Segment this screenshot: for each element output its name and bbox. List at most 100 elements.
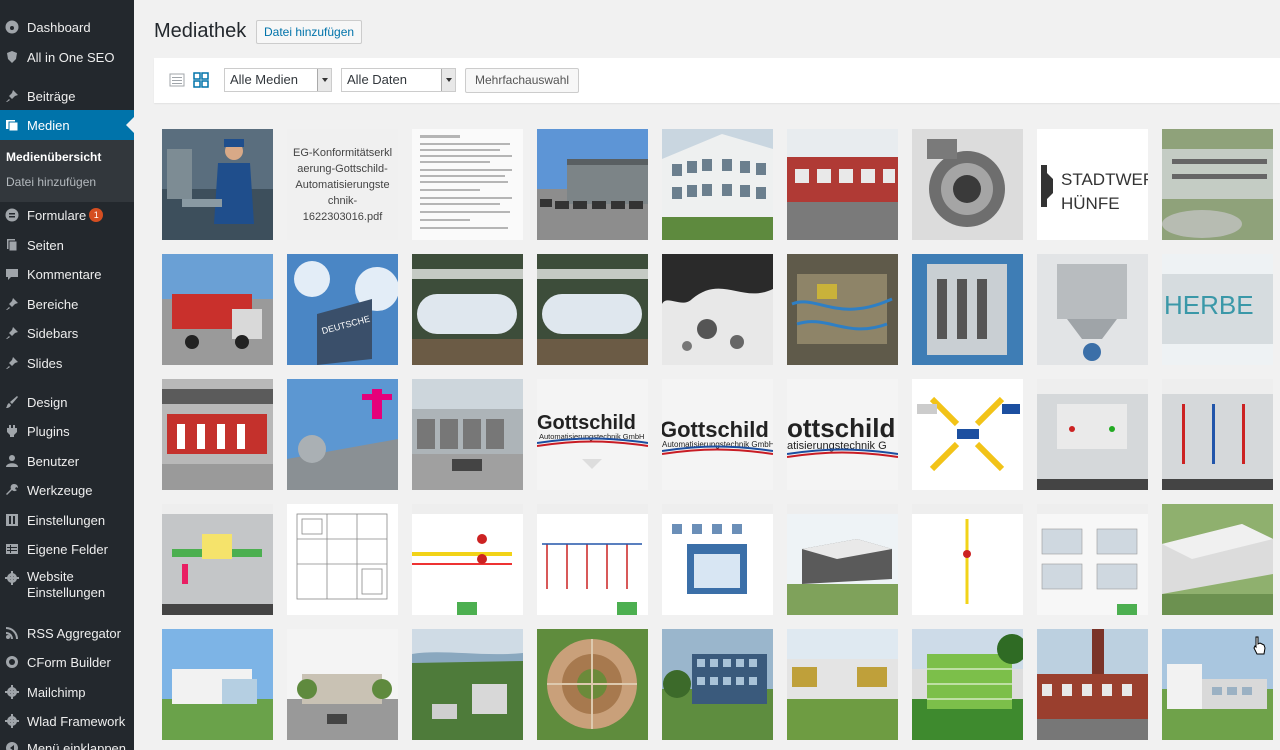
sidebar-item-design[interactable]: Design [0, 387, 134, 417]
logo-text: Gottschild [537, 412, 636, 434]
media-thumbnail[interactable] [1037, 504, 1148, 615]
add-file-button[interactable]: Datei hinzufügen [256, 20, 363, 44]
logo-text: STADTWER [1061, 170, 1148, 189]
media-thumbnail[interactable] [1162, 129, 1273, 240]
sidebar-item-users[interactable]: Benutzer [0, 446, 134, 476]
sidebar-item-label: RSS Aggregator [27, 625, 121, 641]
media-thumbnail[interactable] [912, 129, 1023, 240]
hand-cursor-icon [1253, 636, 1266, 655]
media-thumbnail[interactable] [787, 129, 898, 240]
logo-text: Gottschild [662, 417, 769, 442]
sidebar-item-label: Benutzer [27, 453, 80, 469]
list-view-icon[interactable] [169, 72, 185, 88]
media-thumbnail[interactable] [537, 629, 648, 740]
grid-view-icon[interactable] [193, 72, 209, 88]
pin-icon [5, 356, 19, 370]
media-thumbnail[interactable] [912, 254, 1023, 365]
stadtwerke-logo-thumbnail[interactable]: STADTWER HÜNFE [1037, 129, 1148, 240]
sidebar-item-rss[interactable]: RSS Aggregator [0, 618, 134, 648]
sidebar-item-settings[interactable]: Einstellungen [0, 505, 134, 535]
media-thumbnail[interactable] [787, 254, 898, 365]
media-thumbnail[interactable] [412, 629, 523, 740]
sidebar-item-pages[interactable]: Seiten [0, 230, 134, 260]
media-thumbnail[interactable] [662, 629, 773, 740]
media-thumbnail[interactable] [162, 254, 273, 365]
collapse-icon [5, 741, 19, 750]
dashboard-icon [5, 20, 19, 34]
media-thumbnail[interactable] [537, 504, 648, 615]
sidebar-item-mailchimp[interactable]: Mailchimp [0, 677, 134, 707]
sidebar-item-comments[interactable]: Kommentare [0, 259, 134, 289]
media-thumbnail[interactable] [412, 129, 523, 240]
submenu-item-add-file[interactable]: Datei hinzufügen [6, 175, 96, 189]
media-thumbnail[interactable] [162, 379, 273, 490]
sidebar-item-label: Formulare [27, 207, 87, 223]
sidebar-item-label: Plugins [27, 423, 70, 439]
sidebar-item-slides[interactable]: Slides [0, 348, 134, 378]
media-thumbnail[interactable] [287, 379, 398, 490]
media-thumbnail[interactable] [912, 379, 1023, 490]
media-submenu: Medienübersicht Datei hinzufügen [0, 140, 134, 202]
media-thumbnail[interactable] [912, 629, 1023, 740]
sidebar-item-media[interactable]: Medien [0, 110, 134, 140]
media-thumbnail[interactable] [412, 379, 523, 490]
shield-icon [5, 50, 19, 64]
media-type-filter[interactable]: Alle Medien [224, 68, 332, 92]
sidebar-item-sidebars[interactable]: Sidebars [0, 318, 134, 348]
media-thumbnail[interactable] [1037, 254, 1148, 365]
sidebar-item-custom-fields[interactable]: Eigene Felder [0, 534, 134, 564]
media-thumbnail[interactable] [787, 629, 898, 740]
media-thumbnail[interactable] [1037, 629, 1148, 740]
chevron-down-icon [441, 69, 455, 91]
media-thumbnail[interactable]: HERBE [1162, 254, 1273, 365]
sidebar-item-label: Mailchimp [27, 684, 86, 700]
gottschild-logo-thumbnail[interactable]: ottschild atisierungstechnik G [787, 379, 898, 490]
sidebar-item-website-settings[interactable]: Website Einstellungen [0, 565, 134, 605]
media-thumbnail[interactable] [412, 254, 523, 365]
media-thumbnail[interactable] [662, 254, 773, 365]
date-filter[interactable]: Alle Daten [341, 68, 456, 92]
media-thumbnail[interactable] [912, 504, 1023, 615]
gottschild-logo-thumbnail[interactable]: Gottschild Automatisierungstechnik GmbH [537, 379, 648, 490]
media-thumbnail[interactable] [162, 629, 273, 740]
sidebar-item-plugins[interactable]: Plugins [0, 416, 134, 446]
sidebar-item-bereiche[interactable]: Bereiche [0, 289, 134, 319]
media-thumbnail[interactable] [787, 504, 898, 615]
sidebar-item-label: Kommentare [27, 266, 102, 282]
media-thumbnail[interactable] [162, 504, 273, 615]
submenu-item-library[interactable]: Medienübersicht [6, 150, 101, 164]
media-thumbnail[interactable] [287, 504, 398, 615]
gear-icon [5, 571, 19, 585]
sidebar-item-cform[interactable]: CForm Builder [0, 647, 134, 677]
media-thumbnail[interactable] [537, 254, 648, 365]
sidebar-item-label: Bereiche [27, 296, 79, 312]
sidebar-collapse-menu[interactable]: Menü einklappen [0, 733, 134, 750]
media-icon [5, 118, 19, 132]
logo-text: HÜNFE [1061, 194, 1120, 213]
media-thumbnail[interactable] [287, 629, 398, 740]
sidebar-item-tools[interactable]: Werkzeuge [0, 475, 134, 505]
sidebar-item-posts[interactable]: Beiträge [0, 81, 134, 111]
media-thumbnail[interactable] [162, 129, 273, 240]
cform-icon [5, 655, 19, 669]
pin-icon [5, 297, 19, 311]
sidebar-item-label: Slides [27, 355, 63, 371]
media-thumbnail[interactable] [412, 504, 523, 615]
pdf-filename-line: EG-Konformitätserkl [292, 146, 393, 159]
media-thumbnail[interactable] [662, 129, 773, 240]
sidebar-item-label: Website Einstellungen [27, 569, 106, 600]
media-thumbnail[interactable]: DEUTSCHE [287, 254, 398, 365]
sidebar-item-dashboard[interactable]: Dashboard [0, 12, 134, 42]
sidebar-item-wlad[interactable]: Wlad Framework [0, 706, 134, 736]
media-thumbnail[interactable] [537, 129, 648, 240]
media-thumbnail[interactable] [1162, 504, 1273, 615]
media-thumbnail[interactable] [1162, 379, 1273, 490]
media-thumbnail[interactable] [662, 504, 773, 615]
sidebar-item-forms[interactable]: Formulare 1 [0, 200, 134, 230]
sidebar-item-seo[interactable]: All in One SEO [0, 42, 134, 72]
pdf-document-thumbnail[interactable]: EG-Konformitätserkl aerung-Gottschild- A… [287, 129, 398, 240]
bulk-select-button[interactable]: Mehrfachauswahl [465, 68, 580, 93]
media-thumbnail[interactable] [1037, 379, 1148, 490]
gottschild-logo-thumbnail[interactable]: Gottschild Automatisierungstechnik GmbH [662, 379, 773, 490]
logo-text: HERBE [1164, 290, 1254, 320]
